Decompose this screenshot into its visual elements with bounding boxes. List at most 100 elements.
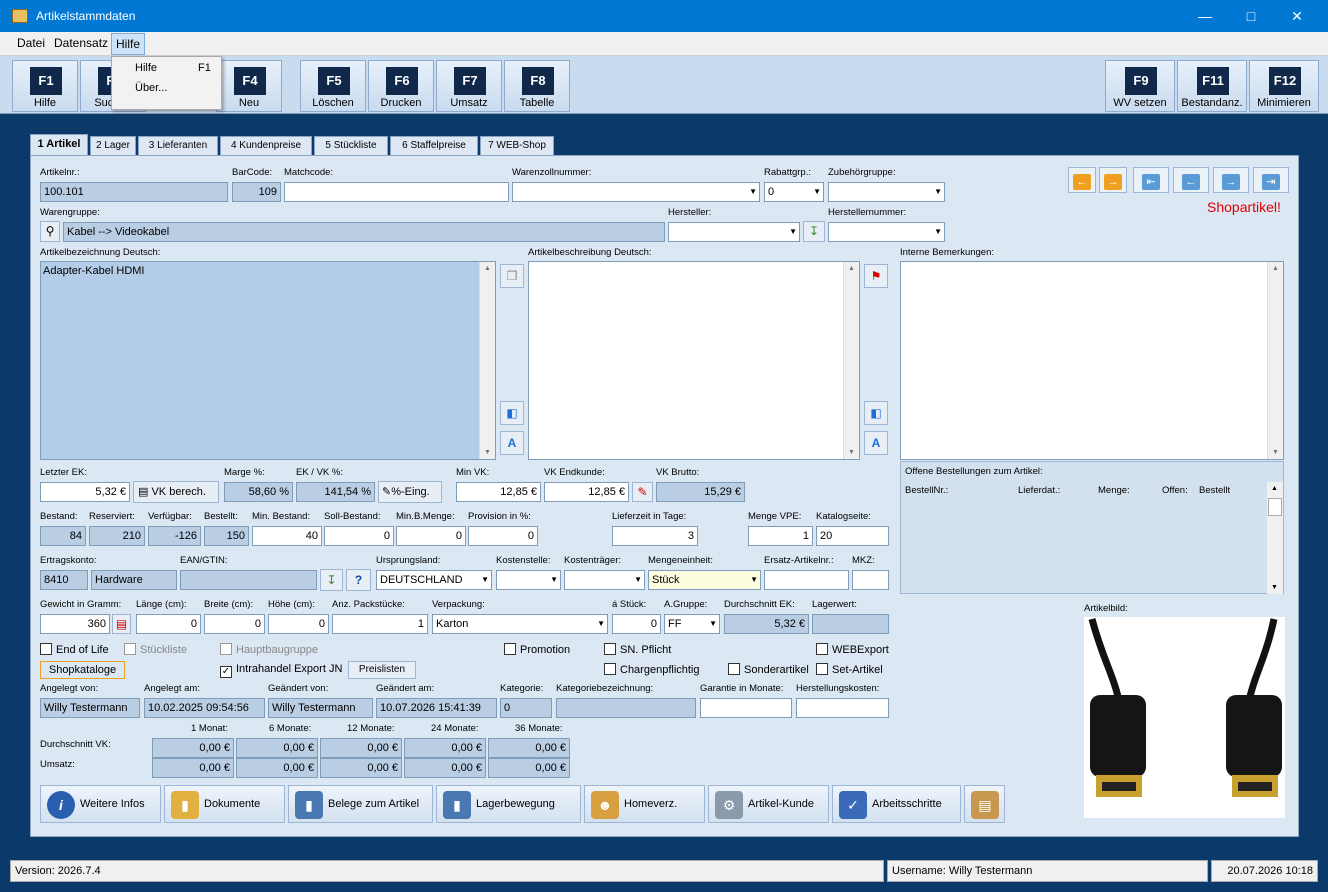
menu-item-ueber[interactable]: Über... bbox=[135, 82, 167, 94]
gewicht-input[interactable]: 360 bbox=[40, 614, 110, 634]
nav-first-button[interactable]: ⇤ bbox=[1133, 167, 1169, 193]
gewicht-calc-button[interactable]: ▤ bbox=[112, 614, 131, 634]
breite-input[interactable]: 0 bbox=[204, 614, 265, 634]
artikelbeschreibung-textarea[interactable]: ▲ ▼ bbox=[528, 261, 860, 460]
scrollbar[interactable]: ▲ ▼ bbox=[479, 262, 495, 459]
warengruppe-search-button[interactable]: ⚲ bbox=[40, 221, 60, 242]
tab-webshop[interactable]: 7 WEB-Shop bbox=[480, 136, 554, 156]
hersteller-select[interactable]: ▼ bbox=[668, 222, 800, 242]
f8-table-button[interactable]: F8 Tabelle bbox=[504, 60, 570, 112]
verfuegbar-field[interactable]: -126 bbox=[148, 526, 201, 546]
flag-button[interactable]: ⚑ bbox=[864, 264, 888, 288]
kategoriebez-field[interactable] bbox=[556, 698, 696, 718]
f9-wv-button[interactable]: F9 WV setzen bbox=[1105, 60, 1175, 112]
ertragskonto-field[interactable]: 8410 bbox=[40, 570, 88, 590]
arbeitsschritte-button[interactable]: ✓ Arbeitsschritte bbox=[832, 785, 961, 823]
f5-delete-button[interactable]: F5 Löschen bbox=[300, 60, 366, 112]
checkbox-stueckliste[interactable]: Stückliste bbox=[124, 643, 187, 656]
geaendertam-field[interactable]: 10.07.2026 15:41:39 bbox=[376, 698, 497, 718]
menu-hilfe[interactable]: Hilfe bbox=[111, 33, 146, 55]
durchschnittek-field[interactable]: 5,32 € bbox=[724, 614, 809, 634]
checkbox-sn-pflicht[interactable]: SN. Pflicht bbox=[604, 643, 671, 656]
bestellt-field[interactable]: 150 bbox=[204, 526, 249, 546]
hoehe-input[interactable]: 0 bbox=[268, 614, 329, 634]
close-button[interactable]: ✕ bbox=[1274, 0, 1320, 32]
menu-datensatz[interactable]: Datensatz bbox=[54, 36, 108, 50]
tab-staffelpreise[interactable]: 6 Staffelpreise bbox=[390, 136, 478, 156]
herstellungskosten-input[interactable] bbox=[796, 698, 889, 718]
prozent-eingabe-button[interactable]: ✎%-Eing. bbox=[378, 481, 442, 503]
tab-lager[interactable]: 2 Lager bbox=[90, 136, 136, 156]
nav-next-orange-button[interactable]: → bbox=[1099, 167, 1127, 193]
homeverz-button[interactable]: ☻ Homeverz. bbox=[584, 785, 705, 823]
copy-button[interactable]: ❐ bbox=[500, 264, 524, 288]
checkbox-hauptbaugruppe[interactable]: Hauptbaugruppe bbox=[220, 643, 318, 656]
checkbox-sonderartikel[interactable]: Sonderartikel bbox=[728, 663, 809, 676]
vk-berechnen-button[interactable]: ▤ VK berech. bbox=[133, 481, 219, 503]
interne-bemerkungen-textarea[interactable]: ▲ ▼ bbox=[900, 261, 1284, 460]
scrollbar[interactable]: ▲ ▼ bbox=[1267, 482, 1283, 594]
astueck-input[interactable]: 0 bbox=[612, 614, 661, 634]
f6-print-button[interactable]: F6 Drucken bbox=[368, 60, 434, 112]
belege-zum-artikel-button[interactable]: ▮ Belege zum Artikel bbox=[288, 785, 433, 823]
ekvk-field[interactable]: 141,54 % bbox=[296, 482, 375, 502]
kostenstelle-select[interactable]: ▼ bbox=[496, 570, 561, 590]
matchcode-input[interactable] bbox=[284, 182, 509, 202]
ersatz-artikelnr-input[interactable] bbox=[764, 570, 849, 590]
nav-prev-button[interactable]: ← bbox=[1173, 167, 1209, 193]
barcode-field[interactable]: 109 bbox=[232, 182, 281, 202]
f12-minimize-button[interactable]: F12 Minimieren bbox=[1249, 60, 1319, 112]
nav-next-button[interactable]: → bbox=[1213, 167, 1249, 193]
mengevpe-input[interactable]: 1 bbox=[748, 526, 813, 546]
preislisten-button[interactable]: Preislisten bbox=[348, 661, 416, 679]
vkend-input[interactable]: 12,85 € bbox=[544, 482, 629, 502]
menu-datei[interactable]: Datei bbox=[17, 36, 45, 50]
angelegtam-field[interactable]: 10.02.2025 09:54:56 bbox=[144, 698, 265, 718]
packstuecke-input[interactable]: 1 bbox=[332, 614, 428, 634]
weitere-infos-button[interactable]: i Weitere Infos bbox=[40, 785, 161, 823]
f7-sales-button[interactable]: F7 Umsatz bbox=[436, 60, 502, 112]
translate-beschr-button[interactable]: ◧ bbox=[864, 401, 888, 425]
checkbox-chargenpflichtig[interactable]: Chargenpflichtig bbox=[604, 663, 700, 676]
checkbox-intrahandel[interactable]: ✓ Intrahandel Export JN bbox=[220, 663, 342, 678]
hersteller-import-button[interactable]: ↧ bbox=[803, 221, 825, 242]
vkbrutto-field[interactable]: 15,29 € bbox=[656, 482, 745, 502]
lagerwert-field[interactable] bbox=[812, 614, 889, 634]
tab-kundenpreise[interactable]: 4 Kundenpreise bbox=[220, 136, 312, 156]
f11-stock-button[interactable]: F11 Bestandanz. bbox=[1177, 60, 1247, 112]
warengruppe-field[interactable]: Kabel --> Videokabel bbox=[63, 222, 665, 242]
spellcheck-bez-button[interactable]: A bbox=[500, 431, 524, 455]
laenge-input[interactable]: 0 bbox=[136, 614, 201, 634]
lagerbewegung-button[interactable]: ▮ Lagerbewegung bbox=[436, 785, 581, 823]
nav-last-button[interactable]: ⇥ bbox=[1253, 167, 1289, 193]
maximize-button[interactable]: □ bbox=[1228, 0, 1274, 32]
kostentraeger-select[interactable]: ▼ bbox=[564, 570, 645, 590]
tab-artikel[interactable]: 1 Artikel bbox=[30, 134, 88, 157]
f1-help-button[interactable]: F1 Hilfe bbox=[12, 60, 78, 112]
letzter-ek-input[interactable]: 5,32 € bbox=[40, 482, 130, 502]
minbmenge-input[interactable]: 0 bbox=[396, 526, 466, 546]
dokumente-button[interactable]: ▮ Dokumente bbox=[164, 785, 285, 823]
scrollbar[interactable]: ▲ ▼ bbox=[1267, 262, 1283, 459]
rabattgrp-select[interactable]: 0 ▼ bbox=[764, 182, 824, 202]
ean-field[interactable] bbox=[180, 570, 317, 590]
clipboard-button[interactable]: ▤ bbox=[964, 785, 1005, 823]
shopkataloge-button[interactable]: Shopkataloge bbox=[40, 661, 125, 679]
kategorie-field[interactable]: 0 bbox=[500, 698, 552, 718]
sollbestand-input[interactable]: 0 bbox=[324, 526, 394, 546]
mengeneinheit-select[interactable]: Stück ▼ bbox=[648, 570, 761, 590]
checkbox-set-artikel[interactable]: Set-Artikel bbox=[816, 663, 883, 676]
minvk-input[interactable]: 12,85 € bbox=[456, 482, 541, 502]
nav-prev-orange-button[interactable]: ← bbox=[1068, 167, 1096, 193]
marge-field[interactable]: 58,60 % bbox=[224, 482, 293, 502]
artikelbezeichnung-textarea[interactable]: Adapter-Kabel HDMI ▲ ▼ bbox=[40, 261, 496, 460]
translate-bez-button[interactable]: ◧ bbox=[500, 401, 524, 425]
artikel-kunde-button[interactable]: ⚙ Artikel-Kunde bbox=[708, 785, 829, 823]
reserviert-field[interactable]: 210 bbox=[89, 526, 145, 546]
vk-edit-button[interactable]: ✎ bbox=[632, 482, 653, 502]
warenzoll-select[interactable]: ▼ bbox=[512, 182, 760, 202]
artikelnr-field[interactable]: 100.101 bbox=[40, 182, 228, 202]
bestand-field[interactable]: 84 bbox=[40, 526, 86, 546]
provision-input[interactable]: 0 bbox=[468, 526, 538, 546]
ursprungsland-select[interactable]: DEUTSCHLAND ▼ bbox=[376, 570, 492, 590]
